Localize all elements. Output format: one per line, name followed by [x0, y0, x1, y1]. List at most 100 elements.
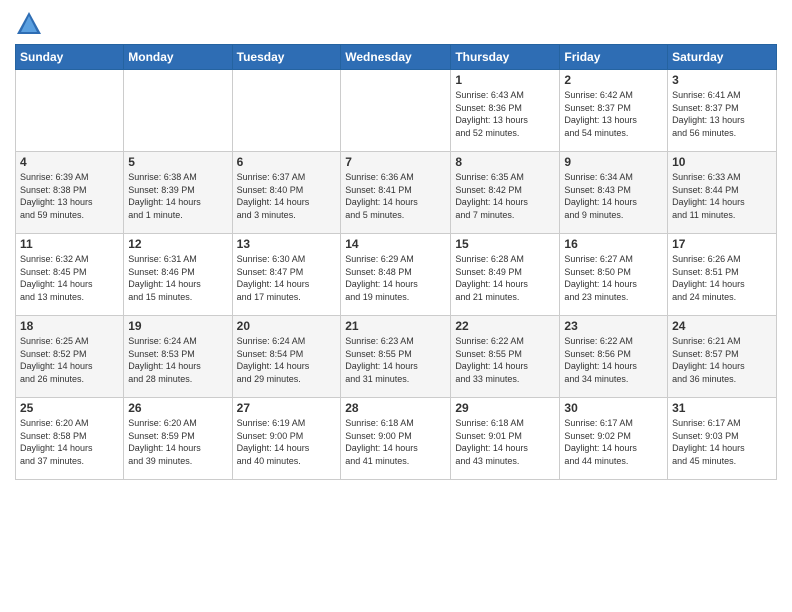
- day-info: Sunrise: 6:31 AM Sunset: 8:46 PM Dayligh…: [128, 253, 227, 303]
- calendar-cell: 7 Sunrise: 6:36 AM Sunset: 8:41 PM Daylig…: [341, 152, 451, 234]
- calendar-cell: 19 Sunrise: 6:24 AM Sunset: 8:53 PM Dayli…: [124, 316, 232, 398]
- calendar-cell: [124, 70, 232, 152]
- page: SundayMondayTuesdayWednesdayThursdayFrid…: [0, 0, 792, 612]
- day-info: Sunrise: 6:39 AM Sunset: 8:38 PM Dayligh…: [20, 171, 119, 221]
- day-number: 28: [345, 401, 446, 415]
- day-number: 30: [564, 401, 663, 415]
- day-info: Sunrise: 6:20 AM Sunset: 8:58 PM Dayligh…: [20, 417, 119, 467]
- day-number: 25: [20, 401, 119, 415]
- day-number: 14: [345, 237, 446, 251]
- calendar-cell: 1 Sunrise: 6:43 AM Sunset: 8:36 PM Daylig…: [451, 70, 560, 152]
- calendar-cell: 8 Sunrise: 6:35 AM Sunset: 8:42 PM Daylig…: [451, 152, 560, 234]
- calendar-cell: 9Sunrise: 6:34 AM Sunset: 8:43 PM Daylig…: [560, 152, 668, 234]
- calendar-cell: 5 Sunrise: 6:38 AM Sunset: 8:39 PM Daylig…: [124, 152, 232, 234]
- calendar-cell: 6Sunrise: 6:37 AM Sunset: 8:40 PM Daylig…: [232, 152, 341, 234]
- day-info: Sunrise: 6:25 AM Sunset: 8:52 PM Dayligh…: [20, 335, 119, 385]
- day-number: 26: [128, 401, 227, 415]
- day-number: 15: [455, 237, 555, 251]
- day-info: Sunrise: 6:30 AM Sunset: 8:47 PM Dayligh…: [237, 253, 337, 303]
- day-info: Sunrise: 6:18 AM Sunset: 9:01 PM Dayligh…: [455, 417, 555, 467]
- day-info: Sunrise: 6:24 AM Sunset: 8:54 PM Dayligh…: [237, 335, 337, 385]
- day-number: 24: [672, 319, 772, 333]
- day-number: 11: [20, 237, 119, 251]
- logo: [15, 10, 47, 38]
- calendar-header: SundayMondayTuesdayWednesdayThursdayFrid…: [16, 45, 777, 70]
- day-info: Sunrise: 6:42 AM Sunset: 8:37 PM Dayligh…: [564, 89, 663, 139]
- calendar-cell: 26 Sunrise: 6:20 AM Sunset: 8:59 PM Dayli…: [124, 398, 232, 480]
- day-info: Sunrise: 6:34 AM Sunset: 8:43 PM Dayligh…: [564, 171, 663, 221]
- day-number: 22: [455, 319, 555, 333]
- calendar-cell: 20 Sunrise: 6:24 AM Sunset: 8:54 PM Dayli…: [232, 316, 341, 398]
- calendar-cell: 4Sunrise: 6:39 AM Sunset: 8:38 PM Daylig…: [16, 152, 124, 234]
- weekday-header-wednesday: Wednesday: [341, 45, 451, 70]
- day-number: 8: [455, 155, 555, 169]
- calendar-cell: [16, 70, 124, 152]
- calendar-cell: 11 Sunrise: 6:32 AM Sunset: 8:45 PM Dayli…: [16, 234, 124, 316]
- day-number: 27: [237, 401, 337, 415]
- day-number: 12: [128, 237, 227, 251]
- calendar-cell: [232, 70, 341, 152]
- calendar-body: 1 Sunrise: 6:43 AM Sunset: 8:36 PM Daylig…: [16, 70, 777, 480]
- day-info: Sunrise: 6:22 AM Sunset: 8:55 PM Dayligh…: [455, 335, 555, 385]
- calendar-cell: 12 Sunrise: 6:31 AM Sunset: 8:46 PM Dayli…: [124, 234, 232, 316]
- day-number: 17: [672, 237, 772, 251]
- day-number: 16: [564, 237, 663, 251]
- calendar-week-row: 1 Sunrise: 6:43 AM Sunset: 8:36 PM Daylig…: [16, 70, 777, 152]
- weekday-header-saturday: Saturday: [668, 45, 777, 70]
- day-info: Sunrise: 6:17 AM Sunset: 9:03 PM Dayligh…: [672, 417, 772, 467]
- weekday-header-tuesday: Tuesday: [232, 45, 341, 70]
- calendar-cell: 27 Sunrise: 6:19 AM Sunset: 9:00 PM Dayli…: [232, 398, 341, 480]
- day-number: 19: [128, 319, 227, 333]
- logo-icon: [15, 10, 43, 38]
- calendar-table: SundayMondayTuesdayWednesdayThursdayFrid…: [15, 44, 777, 480]
- day-number: 31: [672, 401, 772, 415]
- day-info: Sunrise: 6:28 AM Sunset: 8:49 PM Dayligh…: [455, 253, 555, 303]
- day-info: Sunrise: 6:20 AM Sunset: 8:59 PM Dayligh…: [128, 417, 227, 467]
- day-number: 1: [455, 73, 555, 87]
- calendar-week-row: 18 Sunrise: 6:25 AM Sunset: 8:52 PM Dayli…: [16, 316, 777, 398]
- day-number: 21: [345, 319, 446, 333]
- day-number: 23: [564, 319, 663, 333]
- day-info: Sunrise: 6:23 AM Sunset: 8:55 PM Dayligh…: [345, 335, 446, 385]
- day-info: Sunrise: 6:43 AM Sunset: 8:36 PM Dayligh…: [455, 89, 555, 139]
- day-number: 7: [345, 155, 446, 169]
- day-info: Sunrise: 6:17 AM Sunset: 9:02 PM Dayligh…: [564, 417, 663, 467]
- day-info: Sunrise: 6:18 AM Sunset: 9:00 PM Dayligh…: [345, 417, 446, 467]
- calendar-cell: [341, 70, 451, 152]
- day-info: Sunrise: 6:36 AM Sunset: 8:41 PM Dayligh…: [345, 171, 446, 221]
- day-info: Sunrise: 6:19 AM Sunset: 9:00 PM Dayligh…: [237, 417, 337, 467]
- day-info: Sunrise: 6:29 AM Sunset: 8:48 PM Dayligh…: [345, 253, 446, 303]
- calendar-cell: 14 Sunrise: 6:29 AM Sunset: 8:48 PM Dayli…: [341, 234, 451, 316]
- weekday-header-monday: Monday: [124, 45, 232, 70]
- weekday-header-thursday: Thursday: [451, 45, 560, 70]
- calendar-cell: 2 Sunrise: 6:42 AM Sunset: 8:37 PM Daylig…: [560, 70, 668, 152]
- calendar-cell: 29 Sunrise: 6:18 AM Sunset: 9:01 PM Dayli…: [451, 398, 560, 480]
- calendar-cell: 16Sunrise: 6:27 AM Sunset: 8:50 PM Dayli…: [560, 234, 668, 316]
- calendar-cell: 3Sunrise: 6:41 AM Sunset: 8:37 PM Daylig…: [668, 70, 777, 152]
- day-number: 13: [237, 237, 337, 251]
- day-info: Sunrise: 6:37 AM Sunset: 8:40 PM Dayligh…: [237, 171, 337, 221]
- calendar-cell: 15 Sunrise: 6:28 AM Sunset: 8:49 PM Dayli…: [451, 234, 560, 316]
- calendar-cell: 31 Sunrise: 6:17 AM Sunset: 9:03 PM Dayli…: [668, 398, 777, 480]
- calendar-cell: 17Sunrise: 6:26 AM Sunset: 8:51 PM Dayli…: [668, 234, 777, 316]
- weekday-header-friday: Friday: [560, 45, 668, 70]
- day-number: 2: [564, 73, 663, 87]
- day-info: Sunrise: 6:41 AM Sunset: 8:37 PM Dayligh…: [672, 89, 772, 139]
- day-info: Sunrise: 6:33 AM Sunset: 8:44 PM Dayligh…: [672, 171, 772, 221]
- calendar-cell: 23Sunrise: 6:22 AM Sunset: 8:56 PM Dayli…: [560, 316, 668, 398]
- day-info: Sunrise: 6:38 AM Sunset: 8:39 PM Dayligh…: [128, 171, 227, 221]
- day-number: 5: [128, 155, 227, 169]
- calendar-cell: 28 Sunrise: 6:18 AM Sunset: 9:00 PM Dayli…: [341, 398, 451, 480]
- calendar-cell: 13 Sunrise: 6:30 AM Sunset: 8:47 PM Dayli…: [232, 234, 341, 316]
- day-info: Sunrise: 6:32 AM Sunset: 8:45 PM Dayligh…: [20, 253, 119, 303]
- day-info: Sunrise: 6:35 AM Sunset: 8:42 PM Dayligh…: [455, 171, 555, 221]
- calendar-week-row: 11 Sunrise: 6:32 AM Sunset: 8:45 PM Dayli…: [16, 234, 777, 316]
- calendar-cell: 24Sunrise: 6:21 AM Sunset: 8:57 PM Dayli…: [668, 316, 777, 398]
- calendar-week-row: 25 Sunrise: 6:20 AM Sunset: 8:58 PM Dayli…: [16, 398, 777, 480]
- day-number: 18: [20, 319, 119, 333]
- day-number: 29: [455, 401, 555, 415]
- day-number: 20: [237, 319, 337, 333]
- day-info: Sunrise: 6:24 AM Sunset: 8:53 PM Dayligh…: [128, 335, 227, 385]
- calendar-cell: 10Sunrise: 6:33 AM Sunset: 8:44 PM Dayli…: [668, 152, 777, 234]
- calendar-cell: 22 Sunrise: 6:22 AM Sunset: 8:55 PM Dayli…: [451, 316, 560, 398]
